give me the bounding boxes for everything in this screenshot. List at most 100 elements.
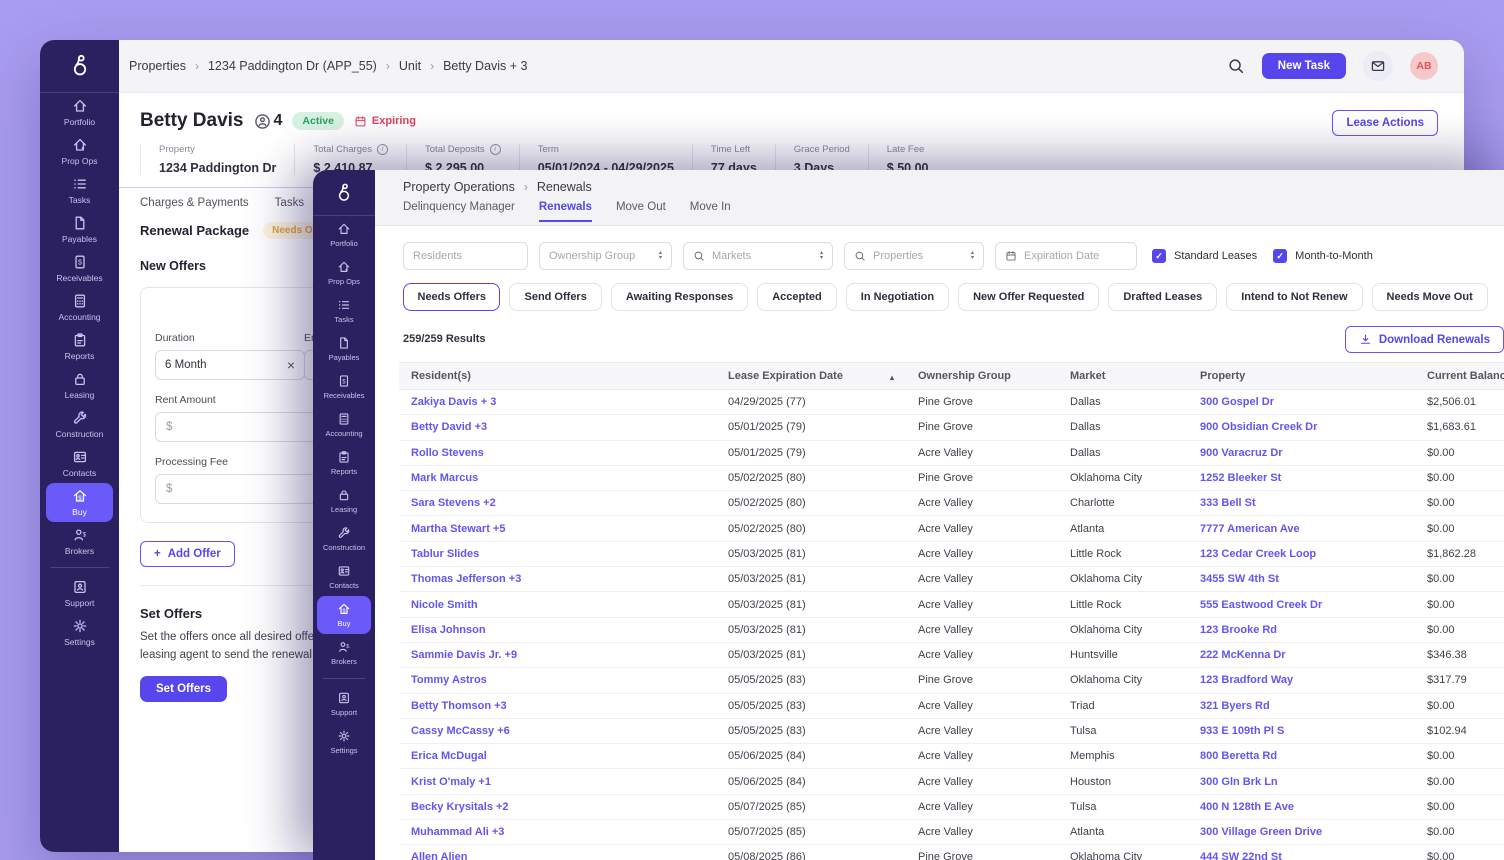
- checkbox[interactable]: [1152, 249, 1166, 263]
- lease-actions-button[interactable]: Lease Actions: [1332, 110, 1438, 136]
- sidebar-item[interactable]: Leasing: [46, 366, 113, 405]
- avatar[interactable]: AB: [1410, 52, 1438, 80]
- resident-link[interactable]: Muhammad Ali +3: [399, 820, 716, 845]
- sidebar-item[interactable]: Contacts: [317, 558, 371, 596]
- checkbox[interactable]: [1273, 249, 1287, 263]
- breadcrumb-item[interactable]: Renewals ›: [537, 180, 592, 194]
- status-chip[interactable]: Needs Move Out: [1372, 283, 1488, 311]
- property-link[interactable]: 444 SW 22nd St: [1188, 845, 1415, 860]
- resident-link[interactable]: Sammie Davis Jr. +9: [399, 642, 716, 667]
- operations-tab[interactable]: Move In: [690, 201, 731, 222]
- resident-link[interactable]: Betty Thomson +3: [399, 693, 716, 718]
- resident-link[interactable]: Betty David +3: [399, 415, 716, 440]
- breadcrumb-item[interactable]: 1234 Paddington Dr (APP_55) ›: [208, 59, 390, 73]
- resident-link[interactable]: Nicole Smith: [399, 592, 716, 617]
- status-chip[interactable]: Drafted Leases: [1108, 283, 1217, 311]
- status-chip[interactable]: New Offer Requested: [958, 283, 1099, 311]
- checkbox-group[interactable]: Month-to-Month: [1273, 249, 1373, 263]
- resident-link[interactable]: Erica McDugal: [399, 744, 716, 769]
- col-ownership-group[interactable]: Ownership Group: [906, 363, 1058, 390]
- new-task-button[interactable]: New Task: [1262, 53, 1346, 79]
- app-logo[interactable]: [40, 40, 119, 93]
- operations-tab[interactable]: Renewals: [539, 201, 592, 222]
- status-chip[interactable]: Accepted: [757, 283, 837, 311]
- markets-select[interactable]: Markets ▴▾: [683, 242, 833, 270]
- search-icon[interactable]: [1227, 57, 1245, 75]
- app-logo[interactable]: [313, 170, 375, 216]
- sidebar-item[interactable]: Tasks: [46, 171, 113, 210]
- sidebar-item[interactable]: $ Receivables: [46, 249, 113, 288]
- breadcrumb-item[interactable]: Properties ›: [129, 59, 199, 73]
- sidebar-item[interactable]: Prop Ops: [317, 254, 371, 292]
- status-chip[interactable]: Send Offers: [509, 283, 601, 311]
- sidebar-item[interactable]: $ Buy: [46, 483, 113, 522]
- sidebar-item[interactable]: Payables: [46, 210, 113, 249]
- property-link[interactable]: 555 Eastwood Creek Dr: [1188, 592, 1415, 617]
- property-link[interactable]: 900 Varacruz Dr: [1188, 440, 1415, 465]
- sidebar-item[interactable]: $ Buy: [317, 596, 371, 634]
- sidebar-item[interactable]: Settings: [317, 723, 371, 761]
- sidebar-item[interactable]: $ Receivables: [317, 368, 371, 406]
- property-link[interactable]: 3455 SW 4th St: [1188, 567, 1415, 592]
- sidebar-item[interactable]: Portfolio: [46, 93, 113, 132]
- property-link[interactable]: 400 N 128th E Ave: [1188, 794, 1415, 819]
- sidebar-item[interactable]: Reports: [46, 327, 113, 366]
- ownership-group-select[interactable]: Ownership Group ▴▾: [539, 242, 672, 270]
- sidebar-item[interactable]: Contacts: [46, 444, 113, 483]
- sidebar-item[interactable]: $ Brokers: [46, 522, 113, 561]
- col-lease-expiration[interactable]: Lease Expiration Date ▴: [716, 363, 906, 390]
- breadcrumb-item[interactable]: Unit ›: [399, 59, 434, 73]
- mail-button[interactable]: [1363, 51, 1393, 81]
- sidebar-item[interactable]: Tasks: [317, 292, 371, 330]
- property-link[interactable]: 321 Byers Rd: [1188, 693, 1415, 718]
- resident-link[interactable]: Sara Stevens +2: [399, 491, 716, 516]
- property-link[interactable]: 900 Obsidian Creek Dr: [1188, 415, 1415, 440]
- lease-tab[interactable]: Charges & Payments: [140, 197, 249, 209]
- property-link[interactable]: 123 Bradford Way: [1188, 668, 1415, 693]
- resident-link[interactable]: Mark Marcus: [399, 465, 716, 490]
- property-link[interactable]: 123 Cedar Creek Loop: [1188, 541, 1415, 566]
- resident-link[interactable]: Becky Krysitals +2: [399, 794, 716, 819]
- checkbox-group[interactable]: Standard Leases: [1152, 249, 1257, 263]
- resident-link[interactable]: Krist O'maly +1: [399, 769, 716, 794]
- sidebar-item[interactable]: Reports: [317, 444, 371, 482]
- add-offer-button[interactable]: + Add Offer: [140, 541, 235, 567]
- sidebar-item[interactable]: Payables: [317, 330, 371, 368]
- resident-link[interactable]: Tablur Slides: [399, 541, 716, 566]
- sidebar-item[interactable]: Accounting: [317, 406, 371, 444]
- col-residents[interactable]: Resident(s): [399, 363, 716, 390]
- lease-tab[interactable]: Tasks: [275, 197, 304, 209]
- property-link[interactable]: 933 E 109th Pl S: [1188, 718, 1415, 743]
- breadcrumb-item[interactable]: Property Operations ›: [403, 180, 528, 194]
- property-link[interactable]: 222 McKenna Dr: [1188, 642, 1415, 667]
- resident-link[interactable]: Tommy Astros: [399, 668, 716, 693]
- operations-tab[interactable]: Move Out: [616, 201, 666, 222]
- sidebar-item[interactable]: Construction: [46, 405, 113, 444]
- status-chip[interactable]: In Negotiation: [846, 283, 949, 311]
- property-link[interactable]: 1252 Bleeker St: [1188, 465, 1415, 490]
- resident-link[interactable]: Allen Alien: [399, 845, 716, 860]
- sidebar-item[interactable]: Settings: [46, 613, 113, 652]
- col-market[interactable]: Market: [1058, 363, 1188, 390]
- property-link[interactable]: 300 Gln Brk Ln: [1188, 769, 1415, 794]
- sidebar-item[interactable]: $ Brokers: [317, 634, 371, 672]
- resident-link[interactable]: Cassy McCassy +6: [399, 718, 716, 743]
- sidebar-item[interactable]: Prop Ops: [46, 132, 113, 171]
- properties-select[interactable]: Properties ▴▾: [844, 242, 984, 270]
- col-property[interactable]: Property: [1188, 363, 1415, 390]
- operations-tab[interactable]: Delinquency Manager: [403, 201, 515, 222]
- set-offers-button[interactable]: Set Offers: [140, 676, 227, 702]
- col-current-balance[interactable]: Current Balance: [1415, 363, 1504, 390]
- download-renewals-button[interactable]: Download Renewals: [1345, 326, 1504, 353]
- status-chip[interactable]: Needs Offers: [403, 283, 500, 311]
- clear-icon[interactable]: ×: [287, 357, 295, 373]
- property-link[interactable]: 123 Brooke Rd: [1188, 617, 1415, 642]
- property-link[interactable]: 333 Bell St: [1188, 491, 1415, 516]
- residents-input[interactable]: [403, 242, 528, 270]
- sidebar-item[interactable]: Support: [317, 685, 371, 723]
- breadcrumb-item[interactable]: Betty Davis + 3 ›: [443, 59, 527, 73]
- sidebar-item[interactable]: Portfolio: [317, 216, 371, 254]
- property-link[interactable]: 300 Gospel Dr: [1188, 390, 1415, 415]
- property-link[interactable]: 7777 American Ave: [1188, 516, 1415, 541]
- status-chip[interactable]: Awaiting Responses: [611, 283, 748, 311]
